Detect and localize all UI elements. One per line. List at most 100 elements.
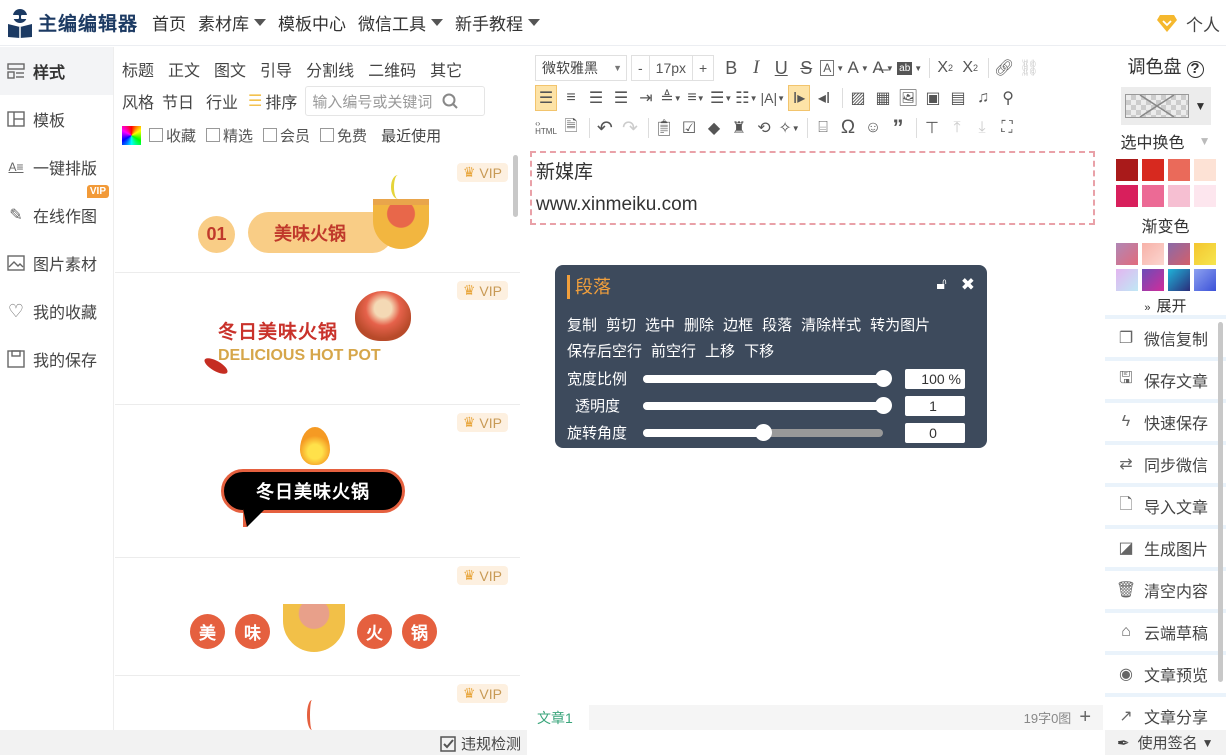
- gradient-swatch[interactable]: [1193, 243, 1216, 265]
- image-gallery-icon[interactable]: ▣: [922, 85, 944, 111]
- checkbox[interactable]: [149, 128, 163, 142]
- align-justify-icon[interactable]: ☰: [610, 85, 632, 111]
- close-icon[interactable]: ✖: [961, 275, 975, 295]
- line-height-icon[interactable]: ☰ ▼: [710, 85, 732, 111]
- help-icon[interactable]: ?: [1186, 61, 1204, 78]
- find-replace-icon[interactable]: ⟲: [753, 115, 775, 141]
- search-input[interactable]: 输入编号或关键词: [305, 86, 486, 116]
- category-tab[interactable]: 节日: [162, 89, 194, 113]
- paragraph-spacing-bottom-icon[interactable]: ≡ ▼: [685, 85, 707, 111]
- paragraph-spacing-top-icon[interactable]: ≜ ▼: [660, 85, 682, 111]
- text-border-icon[interactable]: A ▼: [820, 55, 844, 81]
- gradient-swatch[interactable]: [1167, 269, 1190, 291]
- italic-icon[interactable]: I: [745, 55, 767, 81]
- color-swatch[interactable]: [1167, 159, 1190, 181]
- emoji-icon[interactable]: ☺: [862, 115, 884, 141]
- width-ratio-input[interactable]: 100 %: [905, 368, 965, 389]
- color-swatch[interactable]: [1193, 159, 1216, 181]
- indent-icon[interactable]: ⇥: [635, 85, 657, 111]
- opacity-input[interactable]: 1: [905, 395, 965, 416]
- popup-action-copy[interactable]: 复制: [567, 313, 597, 339]
- format-brush-icon[interactable]: ♜: [728, 115, 750, 141]
- filter-featured[interactable]: 精选: [206, 125, 253, 146]
- font-color-icon[interactable]: A ▼: [847, 55, 869, 81]
- underline-icon[interactable]: U: [770, 55, 792, 81]
- strikethrough-icon[interactable]: S: [795, 55, 817, 81]
- gradient-swatch[interactable]: [1193, 269, 1216, 291]
- nav-materials[interactable]: 素材库: [198, 10, 267, 35]
- slider-handle[interactable]: [875, 396, 892, 414]
- color-picker[interactable]: ▼: [1120, 87, 1211, 125]
- right-panel-scrollbar[interactable]: [1218, 322, 1223, 682]
- action-preview[interactable]: ◉ 文章预览: [1105, 655, 1226, 693]
- color-filter-icon[interactable]: [122, 125, 141, 145]
- align-center-icon[interactable]: ≡: [560, 85, 582, 111]
- magic-wand-icon[interactable]: ✧ ▼: [778, 115, 800, 141]
- music-icon[interactable]: ♫: [972, 85, 994, 111]
- library-scrollbar[interactable]: [513, 155, 518, 217]
- style-card[interactable]: ♛ VIP 冬日美味火锅: [115, 405, 520, 558]
- slider-handle[interactable]: [755, 423, 772, 441]
- sidebar-item-favorites[interactable]: ♡ 我的收藏: [0, 287, 113, 335]
- signature-select[interactable]: ✒ 使用签名 ▼: [1105, 730, 1226, 755]
- popup-action-delete[interactable]: 删除: [684, 313, 714, 339]
- popup-action-clear-style[interactable]: 清除样式: [801, 313, 861, 339]
- insert-image-icon[interactable]: 🖼︎: [897, 85, 919, 111]
- filter-favorites[interactable]: 收藏: [149, 125, 196, 146]
- font-size-decrease[interactable]: -: [632, 56, 650, 80]
- action-wechat-copy[interactable]: ❐ 微信复制: [1105, 319, 1226, 357]
- document-icon[interactable]: 🗎: [560, 115, 582, 141]
- user-menu[interactable]: 个人: [1156, 0, 1220, 46]
- superscript-icon[interactable]: X2: [934, 55, 956, 81]
- font-family-select[interactable]: 微软雅黑 ▼: [535, 55, 627, 81]
- text-direction-ltr-icon[interactable]: I▸: [788, 85, 811, 111]
- letter-spacing-icon[interactable]: |A| ▼: [761, 85, 786, 111]
- category-tab[interactable]: 风格: [122, 89, 154, 113]
- filter-member[interactable]: 会员: [263, 125, 310, 146]
- color-swatch[interactable]: [1167, 185, 1190, 207]
- align-right-icon[interactable]: ☰: [585, 85, 607, 111]
- popup-action-space-after[interactable]: 后空行: [597, 339, 642, 365]
- tab-article-1[interactable]: 文章1: [527, 705, 589, 730]
- content-line[interactable]: www.xinmeiku.com: [536, 189, 1089, 221]
- nav-tutorial[interactable]: 新手教程: [455, 10, 541, 35]
- sidebar-item-style[interactable]: 样式: [0, 47, 113, 95]
- color-swatch[interactable]: [1115, 185, 1138, 207]
- quote-icon[interactable]: ”: [887, 115, 909, 141]
- action-save-article[interactable]: 🖫 保存文章: [1105, 361, 1226, 399]
- checkbox[interactable]: [263, 128, 278, 142]
- video-icon[interactable]: ▤: [947, 85, 969, 111]
- bold-icon[interactable]: B: [720, 55, 742, 81]
- violation-check[interactable]: 违规检测: [440, 733, 521, 754]
- gradient-swatch[interactable]: [1115, 243, 1138, 265]
- special-chars-icon[interactable]: Ω: [837, 115, 859, 141]
- logo[interactable]: 主编编辑器: [6, 8, 138, 38]
- popup-action-paragraph[interactable]: 段落: [762, 313, 792, 339]
- background-color-icon[interactable]: A̶ ▼: [872, 55, 894, 81]
- sidebar-item-auto-layout[interactable]: A≡ 一键排版: [0, 143, 113, 191]
- undo-icon[interactable]: ↶: [594, 115, 616, 141]
- list-icon[interactable]: ☷ ▼: [735, 85, 757, 111]
- filter-free[interactable]: 免费: [320, 125, 367, 146]
- category-tab[interactable]: 标题: [122, 57, 154, 81]
- popup-action-border[interactable]: 边框: [723, 313, 753, 339]
- style-card[interactable]: ♛ VIP 美 味 火 锅: [115, 558, 520, 676]
- nav-wechat-tools[interactable]: 微信工具: [358, 10, 444, 35]
- color-swatch[interactable]: [1141, 159, 1164, 181]
- editor-content[interactable]: 新媒库 www.xinmeiku.com: [530, 151, 1095, 225]
- category-tab[interactable]: 分割线: [306, 57, 354, 81]
- insert-before-icon[interactable]: ⤒: [946, 115, 968, 141]
- gradient-swatch[interactable]: [1167, 243, 1190, 265]
- style-card[interactable]: ♛ VIP 冬日美味火锅 DELICIOUS HOT POT: [115, 273, 520, 405]
- fullscreen-icon[interactable]: ⛶: [996, 115, 1018, 141]
- rotation-slider[interactable]: [643, 423, 883, 441]
- checkbox[interactable]: [320, 128, 335, 142]
- color-swatch[interactable]: [1115, 159, 1138, 181]
- html-source-icon[interactable]: ‹› HTML: [535, 115, 557, 141]
- category-tab[interactable]: 行业: [206, 89, 238, 113]
- unlock-icon[interactable]: 🔓︎: [936, 276, 946, 294]
- insert-after-icon[interactable]: ⤓: [971, 115, 993, 141]
- action-generate-image[interactable]: ◪ 生成图片: [1105, 529, 1226, 567]
- action-clear-content[interactable]: 🗑 清空内容: [1105, 571, 1226, 609]
- align-left-icon[interactable]: ☰: [535, 85, 557, 111]
